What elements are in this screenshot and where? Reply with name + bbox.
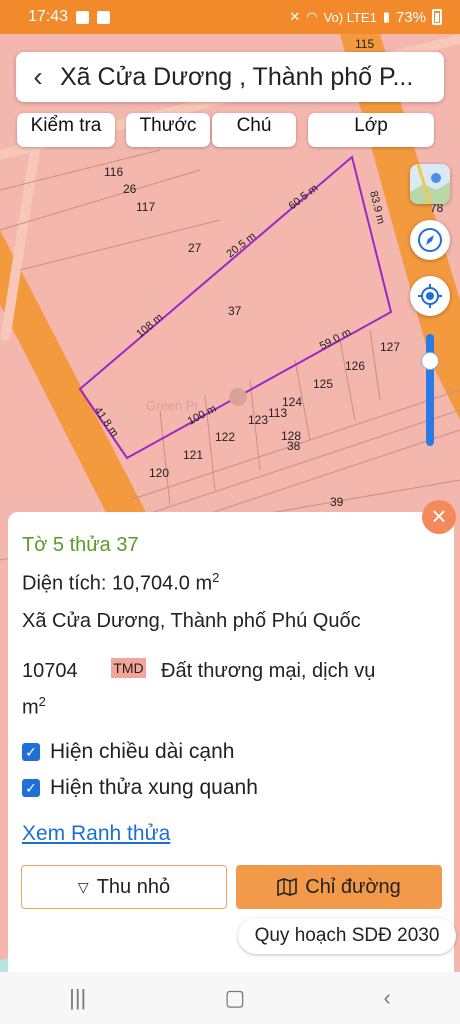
my-location-button[interactable] (410, 276, 450, 316)
parcel-label: 120 (149, 466, 169, 480)
wifi-icon: ◠ (306, 9, 318, 24)
map-pin (229, 388, 247, 406)
battery-icon (432, 9, 442, 25)
neighbors-toggle[interactable]: ✓ Hiện thửa xung quanh (22, 774, 258, 802)
parcel-label: 123 (248, 413, 268, 427)
home-icon[interactable]: ▢ (225, 985, 246, 1011)
parcel-label: 37 (228, 304, 242, 318)
location-title[interactable]: Xã Cửa Dương , Thành phố P... (60, 63, 440, 92)
chip-label: Chú (236, 115, 272, 136)
area-exponent: 2 (212, 570, 220, 585)
directions-button[interactable]: Chỉ đường (236, 865, 442, 909)
gallery-icon (76, 10, 90, 24)
chip-ruler[interactable]: Thước (126, 113, 210, 147)
checkbox-checked-icon[interactable]: ✓ (22, 779, 40, 797)
mute-icon: ✕ (289, 9, 301, 24)
map-icon (277, 878, 298, 896)
parcel-label: 39 (330, 495, 344, 509)
directions-label: Chỉ đường (305, 875, 401, 898)
map-type-button[interactable] (410, 164, 450, 204)
chip-label: Kiểm tra (30, 115, 102, 136)
map-watermark: Green Pr (146, 398, 199, 413)
checkbox-checked-icon[interactable]: ✓ (22, 743, 40, 761)
map-thumbnail-icon (410, 164, 450, 204)
parcel-label: 116 (104, 165, 123, 179)
chip-label: Lớp (354, 115, 388, 136)
chip-legend[interactable]: Chú (212, 113, 296, 147)
opacity-slider-handle[interactable] (421, 352, 439, 370)
parcel-label: 27 (188, 241, 202, 255)
compass-button[interactable] (410, 220, 450, 260)
network-indicator: Vo) LTE1 (323, 9, 377, 25)
parcel-address: Xã Cửa Dương, Thành phố Phú Quốc (22, 610, 361, 632)
parcel-title: Tờ 5 thửa 37 (22, 534, 139, 556)
android-nav-bar: ||| ▢ ‹ (0, 972, 460, 1024)
view-boundary-link[interactable]: Xem Ranh thửa (22, 822, 170, 846)
back-nav-icon[interactable]: ‹ (384, 985, 391, 1011)
crosshair-icon (418, 284, 442, 308)
parcel-label: 113 (268, 406, 287, 420)
parcel-label: 125 (313, 377, 333, 391)
back-arrow-icon[interactable]: ‹ (16, 52, 60, 102)
collapse-button[interactable]: ▽ Thu nhỏ (21, 865, 227, 909)
parcel-label: 122 (215, 430, 235, 444)
status-bar: 17:43 ✕ ◠ Vo) LTE1 ▮ 73% (0, 0, 460, 34)
chip-check[interactable]: Kiểm tra (17, 113, 115, 147)
land-code-badge: TMD (111, 658, 146, 678)
checkbox-notification-icon (97, 10, 111, 24)
close-icon[interactable]: × (422, 500, 456, 534)
area-number: 10704 (22, 660, 78, 682)
edge-length-toggle[interactable]: ✓ Hiện chiều dài cạnh (22, 738, 234, 766)
chip-layer[interactable]: Lớp (308, 113, 434, 147)
parcel-label: 117 (136, 200, 155, 214)
parcel-label: 126 (345, 359, 365, 373)
area-label: Diện tích: 10,704.0 m (22, 572, 213, 595)
land-use: Đất thương mại, dịch vụ (161, 660, 376, 682)
area-unit: m2 (22, 694, 46, 720)
edge-length-label: Hiện chiều dài cạnh (50, 740, 235, 763)
signal-icon: ▮ (382, 9, 390, 24)
parcel-label: 121 (183, 448, 203, 462)
triangle-down-icon: ▽ (77, 878, 89, 895)
compass-icon (418, 228, 442, 252)
opacity-slider-track[interactable] (426, 334, 434, 446)
unit-exponent: 2 (38, 694, 46, 709)
status-right: ✕ ◠ Vo) LTE1 ▮ 73% (289, 0, 442, 34)
recent-apps-icon[interactable]: ||| (69, 985, 86, 1011)
parcel-label: 38 (287, 439, 301, 453)
planning-layer-pill[interactable]: Quy hoạch SDĐ 2030 (238, 918, 456, 954)
chip-label: Thước (139, 115, 197, 136)
unit-label: m (22, 696, 39, 719)
parcel-label: 115 (355, 37, 374, 51)
parcel-label: 26 (123, 182, 137, 196)
neighbors-label: Hiện thửa xung quanh (50, 776, 258, 799)
parcel-label: 127 (380, 340, 400, 354)
search-bar[interactable]: ‹ Xã Cửa Dương , Thành phố P... (16, 52, 444, 102)
battery-percent: 73% (395, 8, 426, 26)
status-time: 17:43 (28, 8, 69, 25)
area-line: Diện tích: 10,704.0 m2 (22, 570, 219, 596)
collapse-label: Thu nhỏ (96, 875, 171, 898)
